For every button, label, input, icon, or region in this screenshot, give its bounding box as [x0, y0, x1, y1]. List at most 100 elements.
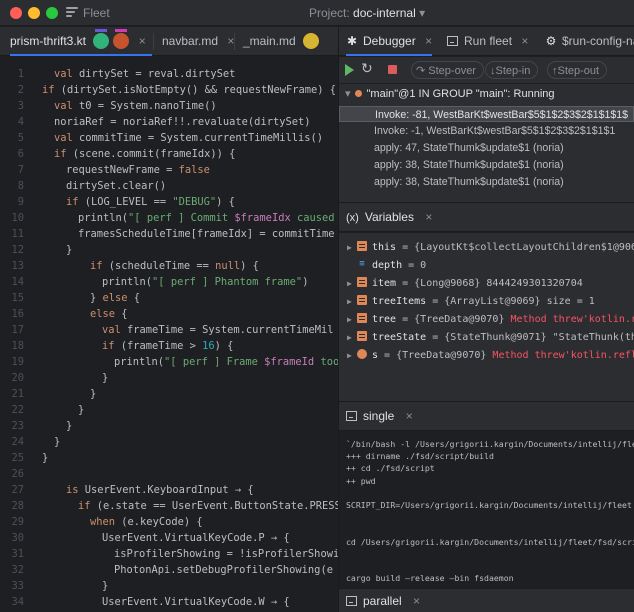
close-window-button[interactable]	[10, 7, 22, 19]
code-line[interactable]: println("[ perf ] Phantom frame")	[102, 274, 308, 290]
stack-frame[interactable]: apply: 38, StateThumk$update$1 (noria)	[339, 157, 634, 173]
line-number[interactable]: 30	[0, 530, 24, 546]
thread-header[interactable]: ▾ "main"@1 IN GROUP "main": Running	[345, 87, 555, 100]
stack-frame[interactable]: Invoke: -81, WestBarKt$westBar$5$1$2$3$2…	[339, 106, 634, 122]
line-number[interactable]: 23	[0, 418, 24, 434]
close-icon[interactable]: ×	[139, 34, 146, 48]
line-number[interactable]: 8	[0, 178, 24, 194]
variable-row[interactable]: ▶ tree = {TreeData@9070} Method threw'kot…	[347, 311, 634, 329]
code-line[interactable]: if (frameTime > 16) {	[102, 338, 233, 354]
expand-icon[interactable]: ▶	[347, 293, 357, 311]
code-line[interactable]: when (e.keyCode) {	[90, 514, 203, 530]
line-number[interactable]: 4	[0, 114, 24, 130]
code-line[interactable]: framesScheduleTime[frameIdx] = commitTim…	[78, 226, 334, 242]
expand-icon[interactable]: ▶	[347, 311, 357, 329]
variable-row[interactable]: ▶ item = {Long@9068} 8444249301320704	[347, 275, 583, 293]
step-in-button[interactable]: ↓Step-in	[485, 61, 539, 79]
line-number[interactable]: 14	[0, 274, 24, 290]
stack-frame[interactable]: apply: 47, StateThumk$update$1 (noria)	[339, 140, 634, 156]
code-line[interactable]: dirtySet.clear()	[66, 178, 166, 194]
line-number[interactable]: 26	[0, 466, 24, 482]
tab-prism-thrift3[interactable]: prism-thrift3.kt ×	[10, 27, 152, 56]
line-number[interactable]: 34	[0, 594, 24, 610]
line-number[interactable]: 7	[0, 162, 24, 178]
line-number[interactable]: 20	[0, 370, 24, 386]
resume-icon[interactable]	[345, 64, 354, 76]
variable-row[interactable]: ▶ treeState = {StateThunk@9071} "StateThu…	[347, 329, 634, 347]
line-number[interactable]: 5	[0, 130, 24, 146]
line-number[interactable]: 10	[0, 210, 24, 226]
line-number[interactable]: 2	[0, 82, 24, 98]
variable-row[interactable]: ▶ s = {TreeData@9070} Method threw'kotlin…	[347, 347, 634, 365]
project-selector[interactable]: Project: doc-internal ▾	[309, 6, 425, 20]
code-line[interactable]: }	[102, 370, 108, 386]
tab-main[interactable]: _main.md	[243, 27, 325, 56]
expand-icon[interactable]: ▶	[347, 239, 357, 257]
tab-run-fleet[interactable]: Run fleet ×	[447, 27, 528, 56]
code-line[interactable]: if (dirtySet.isNotEmpty() && requestNewF…	[42, 82, 336, 98]
line-number[interactable]: 3	[0, 98, 24, 114]
code-line[interactable]: val commitTime = System.currentTimeMilli…	[54, 130, 323, 146]
close-icon[interactable]: ×	[425, 34, 432, 48]
line-number[interactable]: 29	[0, 514, 24, 530]
close-icon[interactable]: ×	[413, 594, 420, 608]
expand-icon[interactable]: ▶	[347, 275, 357, 293]
variable-row[interactable]: ≡ depth = 0	[347, 257, 426, 275]
code-line[interactable]: UserEvent.VirtualKeyCode.W → {	[102, 594, 290, 610]
zoom-window-button[interactable]	[46, 7, 58, 19]
line-number[interactable]: 28	[0, 498, 24, 514]
variable-row[interactable]: ▶ this = {LayoutKt$collectLayoutChildren$…	[347, 239, 634, 257]
line-number[interactable]: 25	[0, 450, 24, 466]
line-number[interactable]: 16	[0, 306, 24, 322]
line-number[interactable]: 1	[0, 66, 24, 82]
close-icon[interactable]: ×	[425, 210, 432, 224]
code-line[interactable]: }	[78, 402, 84, 418]
code-line[interactable]: UserEvent.VirtualKeyCode.P → {	[102, 530, 290, 546]
tab-debugger[interactable]: ✱ Debugger ×	[346, 27, 433, 56]
line-number[interactable]: 11	[0, 226, 24, 242]
code-line[interactable]: if (e.state == UserEvent.ButtonState.PRE…	[78, 498, 338, 514]
line-number[interactable]: 32	[0, 562, 24, 578]
code-line[interactable]: } else {	[90, 290, 140, 306]
line-number[interactable]: 21	[0, 386, 24, 402]
code-editor[interactable]: 1 2 3 4 5 6 7 8 9 10 11 12 13 14 15 16 17 18 19 20 21 22 23 24 2…	[0, 57, 338, 612]
code-line[interactable]: PhotonApi.setDebugProfilerShowing(e	[114, 562, 333, 578]
step-out-button[interactable]: ↑Step-out	[547, 61, 608, 79]
expand-icon[interactable]: ▶	[347, 329, 357, 347]
variable-row[interactable]: ▶ treeItems = {ArrayList@9069} size = 1	[347, 293, 595, 311]
menu-icon[interactable]	[66, 7, 78, 18]
code-line[interactable]: println("[ perf ] Commit $frameIdx cause…	[78, 210, 335, 226]
code-line[interactable]: }	[66, 242, 72, 258]
code-line[interactable]: }	[54, 434, 60, 450]
line-number[interactable]: 17	[0, 322, 24, 338]
line-number[interactable]: 27	[0, 482, 24, 498]
code-line[interactable]: }	[90, 386, 96, 402]
line-number[interactable]: 22	[0, 402, 24, 418]
line-number[interactable]: 15	[0, 290, 24, 306]
step-over-button[interactable]: ↷ Step-over	[411, 61, 484, 79]
code-line[interactable]: is UserEvent.KeyboardInput → {	[66, 482, 254, 498]
code-line[interactable]: requestNewFrame = false	[66, 162, 210, 178]
line-number[interactable]: 19	[0, 354, 24, 370]
code-line[interactable]: }	[66, 418, 72, 434]
tab-run-config[interactable]: ⚙ $run-config-na	[545, 27, 634, 56]
code-line[interactable]: val t0 = System.nanoTime()	[54, 98, 217, 114]
line-number[interactable]: 18	[0, 338, 24, 354]
line-number[interactable]: 31	[0, 546, 24, 562]
code-line[interactable]: }	[42, 450, 48, 466]
line-number[interactable]: 9	[0, 194, 24, 210]
stack-frame[interactable]: Invoke: -1, WestBarKt$westBar$5$1$2$3$2$…	[339, 123, 634, 139]
restart-icon[interactable]: ↻	[361, 60, 373, 77]
code-line[interactable]: val frameTime = System.currentTimeMil	[102, 322, 333, 338]
code-line[interactable]: val dirtySet = reval.dirtySet	[54, 66, 235, 82]
line-number[interactable]: 6	[0, 146, 24, 162]
minimize-window-button[interactable]	[28, 7, 40, 19]
code-line[interactable]: if (LOG_LEVEL == "DEBUG") {	[66, 194, 235, 210]
expand-icon[interactable]: ▶	[347, 347, 357, 365]
tab-navbar[interactable]: navbar.md ×	[162, 27, 234, 56]
line-number[interactable]: 12	[0, 242, 24, 258]
close-icon[interactable]: ×	[521, 34, 528, 48]
code-line[interactable]: println("[ perf ] Frame $frameId too	[114, 354, 338, 370]
code-line[interactable]: else {	[90, 306, 128, 322]
stack-frame[interactable]: apply: 38, StateThumk$update$1 (noria)	[339, 174, 634, 190]
